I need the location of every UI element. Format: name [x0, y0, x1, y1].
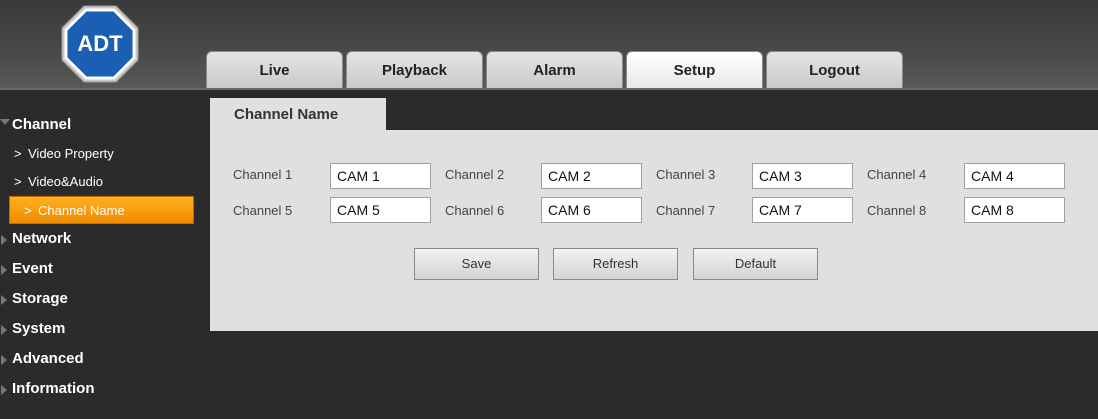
sidebar-item-label: Channel Name: [38, 203, 125, 218]
sidebar-category-system[interactable]: System: [0, 314, 205, 344]
channel-2-name-input[interactable]: [541, 163, 642, 189]
channel-label: Channel 8: [867, 203, 927, 218]
collapsed-triangle-icon: [1, 325, 7, 335]
sidebar: Channel > Video Property > Video&Audio > Ch…: [0, 98, 205, 404]
channel-name-panel: Channel 1 Channel 2 Channel 3 Channel 4 …: [210, 132, 1098, 331]
channel-4-name-input[interactable]: [964, 163, 1065, 189]
channel-label: Channel 1: [233, 167, 293, 182]
tab-alarm[interactable]: Alarm: [486, 51, 623, 89]
adt-logo: ADT: [61, 5, 139, 83]
sidebar-item-label: Video&Audio: [28, 174, 103, 189]
tab-live[interactable]: Live: [206, 51, 343, 89]
sidebar-category-label: Network: [12, 230, 72, 247]
sidebar-category-information[interactable]: Information: [0, 374, 205, 404]
chevron-right-icon: >: [14, 174, 22, 189]
sidebar-category-event[interactable]: Event: [0, 254, 205, 284]
channel-label: Channel 3: [656, 167, 716, 182]
channel-label: Channel 6: [445, 203, 505, 218]
sidebar-item-channel-name[interactable]: > Channel Name: [9, 196, 194, 224]
tab-setup[interactable]: Setup: [626, 51, 763, 89]
chevron-right-icon: >: [14, 146, 22, 161]
channel-label: Channel 4: [867, 167, 927, 182]
sidebar-category-label: System: [12, 320, 66, 337]
collapsed-triangle-icon: [1, 235, 7, 245]
collapsed-triangle-icon: [1, 355, 7, 365]
channel-label: Channel 2: [445, 167, 505, 182]
sidebar-category-label: Channel: [12, 116, 72, 133]
sidebar-category-label: Storage: [12, 290, 68, 307]
sidebar-category-label: Advanced: [12, 350, 84, 367]
content-tab-channel-name[interactable]: Channel Name: [210, 98, 386, 132]
channel-7-name-input[interactable]: [752, 197, 853, 223]
channel-label: Channel 5: [233, 203, 293, 218]
sidebar-category-network[interactable]: Network: [0, 224, 205, 254]
tab-logout[interactable]: Logout: [766, 51, 903, 89]
sidebar-category-label: Event: [12, 260, 53, 277]
sidebar-item-label: Video Property: [28, 146, 114, 161]
sidebar-item-video-audio[interactable]: > Video&Audio: [0, 168, 205, 196]
collapsed-triangle-icon: [1, 295, 7, 305]
collapsed-triangle-icon: [1, 385, 7, 395]
header-divider: [0, 88, 1098, 90]
channel-8-name-input[interactable]: [964, 197, 1065, 223]
sidebar-category-channel[interactable]: Channel: [0, 110, 205, 140]
tab-playback[interactable]: Playback: [346, 51, 483, 89]
default-button[interactable]: Default: [693, 248, 818, 280]
channel-label: Channel 7: [656, 203, 716, 218]
chevron-right-icon: >: [24, 203, 32, 218]
sidebar-category-storage[interactable]: Storage: [0, 284, 205, 314]
channel-5-name-input[interactable]: [330, 197, 431, 223]
sidebar-category-advanced[interactable]: Advanced: [0, 344, 205, 374]
refresh-button[interactable]: Refresh: [553, 248, 678, 280]
collapsed-triangle-icon: [1, 265, 7, 275]
header-bar: ADT Live Playback Alarm Setup Logout: [0, 0, 1098, 90]
sidebar-item-video-property[interactable]: > Video Property: [0, 140, 205, 168]
channel-1-name-input[interactable]: [330, 163, 431, 189]
logo-text: ADT: [77, 31, 123, 56]
save-button[interactable]: Save: [414, 248, 539, 280]
channel-3-name-input[interactable]: [752, 163, 853, 189]
expanded-triangle-icon: [0, 119, 10, 125]
sidebar-category-label: Information: [12, 380, 95, 397]
channel-6-name-input[interactable]: [541, 197, 642, 223]
